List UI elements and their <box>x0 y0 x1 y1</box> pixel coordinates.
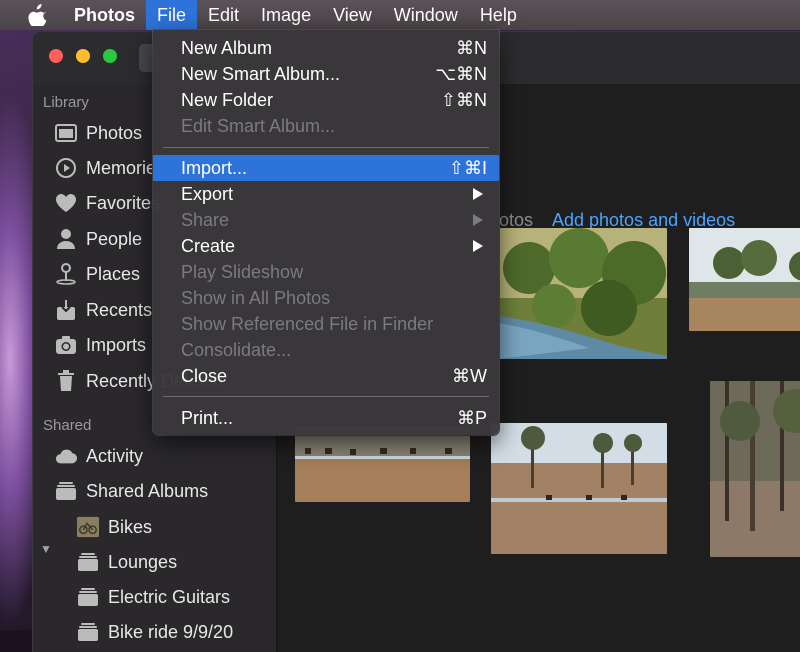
sidebar-item-imports[interactable]: Imports <box>55 330 146 360</box>
sidebar-item-recents[interactable]: Recents <box>55 295 152 325</box>
sidebar-item-shared-albums[interactable]: Shared Albums <box>55 476 208 506</box>
file-menu-dropdown: New Album ⌘N New Smart Album... ⌥⌘N New … <box>153 30 499 435</box>
photo-thumbnail-fence[interactable] <box>689 228 800 331</box>
menu-item-label: Show in All Photos <box>181 288 331 308</box>
shared-section-title: Shared <box>43 417 92 434</box>
menu-item-shortcut: ⇧⌘I <box>448 158 487 178</box>
album-stack-icon <box>55 480 77 502</box>
trash-icon <box>55 370 77 392</box>
menu-item-share: Share <box>153 207 499 233</box>
menu-separator <box>163 147 489 148</box>
menu-photos[interactable]: Photos <box>74 0 146 30</box>
menu-item-label: Edit Smart Album... <box>181 116 336 136</box>
menu-item-play-slideshow: Play Slideshow <box>153 259 499 285</box>
sidebar-item-label: Electric Guitars <box>108 586 231 607</box>
submenu-arrow-icon <box>473 214 483 226</box>
menu-item-print[interactable]: Print... ⌘P <box>153 405 499 431</box>
sidebar-item-label: People <box>86 228 143 249</box>
menu-item-new-folder[interactable]: New Folder ⇧⌘N <box>153 87 499 113</box>
menu-item-label: Share <box>181 210 230 230</box>
sidebar-item-label: Photos <box>86 122 143 143</box>
sidebar-album-lounges[interactable]: Lounges <box>77 547 177 577</box>
sidebar-album-bikes[interactable]: Bikes <box>77 512 152 542</box>
menu-item-label: Export <box>181 184 234 204</box>
menu-separator <box>163 396 489 397</box>
photos-icon <box>55 122 77 144</box>
camera-icon <box>55 334 77 356</box>
sidebar-item-label: Activity <box>86 445 144 466</box>
sidebar-item-label: Imports <box>86 334 147 355</box>
sidebar-item-label: Places <box>86 263 141 284</box>
menu-item-label: Consolidate... <box>181 340 292 360</box>
sidebar-item-places[interactable]: Places <box>55 259 140 289</box>
photo-thumbnail-river[interactable] <box>499 228 667 359</box>
person-icon <box>55 228 77 250</box>
menu-item-label: Close <box>181 366 228 386</box>
menu-file[interactable]: File <box>146 0 198 30</box>
menu-item-show-referenced-file: Show Referenced File in Finder <box>153 311 499 337</box>
menu-item-shortcut: ⌘N <box>456 38 487 58</box>
menu-item-label: Import... <box>181 158 248 178</box>
menu-item-label: New Album <box>181 38 273 58</box>
apple-logo-icon[interactable] <box>28 4 50 26</box>
album-stack-icon <box>77 551 99 573</box>
menu-item-new-album[interactable]: New Album ⌘N <box>153 35 499 61</box>
sidebar-item-label: Lounges <box>108 551 178 572</box>
album-stack-icon <box>77 586 99 608</box>
menu-item-label: Show Referenced File in Finder <box>181 314 434 334</box>
sidebar-item-people[interactable]: People <box>55 224 142 254</box>
photo-thumbnail-forest[interactable] <box>710 381 800 557</box>
menu-item-create[interactable]: Create <box>153 233 499 259</box>
zoom-window-button[interactable] <box>103 49 117 63</box>
sidebar-item-label: Bike ride 9/9/20 <box>108 621 234 642</box>
sidebar-album-bike-ride[interactable]: Bike ride 9/9/20 <box>77 617 233 647</box>
menu-item-export[interactable]: Export <box>153 181 499 207</box>
menu-window[interactable]: Window <box>383 0 469 30</box>
memories-icon <box>55 157 77 179</box>
menu-item-shortcut: ⇧⌘N <box>440 90 487 110</box>
minimize-window-button[interactable] <box>76 49 90 63</box>
menu-item-import[interactable]: Import... ⇧⌘I <box>153 155 499 181</box>
menu-help[interactable]: Help <box>469 0 528 30</box>
menu-edit[interactable]: Edit <box>197 0 250 30</box>
album-stack-icon <box>77 621 99 643</box>
menu-item-label: Print... <box>181 408 234 428</box>
menu-item-close[interactable]: Close ⌘W <box>153 363 499 389</box>
sidebar-item-favorites[interactable]: Favorites <box>55 188 160 218</box>
pin-icon <box>55 263 77 285</box>
sidebar-item-label: Favorites <box>86 192 161 213</box>
menu-item-label: New Smart Album... <box>181 64 341 84</box>
menu-bar: Photos File Edit Image View Window Help <box>0 0 800 30</box>
library-section-title: Library <box>43 94 89 111</box>
submenu-arrow-icon <box>473 188 483 200</box>
menu-item-shortcut: ⌥⌘N <box>435 64 487 84</box>
cloud-icon <box>55 445 77 467</box>
menu-item-edit-smart-album: Edit Smart Album... <box>153 113 499 139</box>
sidebar-item-activity[interactable]: Activity <box>55 441 143 471</box>
menu-item-label: New Folder <box>181 90 274 110</box>
sidebar-item-memories[interactable]: Memories <box>55 153 165 183</box>
menu-item-shortcut: ⌘W <box>452 366 487 386</box>
menu-view[interactable]: View <box>322 0 383 30</box>
menu-item-label: Play Slideshow <box>181 262 304 282</box>
photo-thumbnail-cattle-1[interactable] <box>295 426 470 502</box>
menu-item-shortcut: ⌘P <box>456 408 487 428</box>
photo-thumbnail-field[interactable] <box>491 423 667 554</box>
menu-item-new-smart-album[interactable]: New Smart Album... ⌥⌘N <box>153 61 499 87</box>
menu-item-show-in-all-photos: Show in All Photos <box>153 285 499 311</box>
bikes-album-thumbnail <box>77 516 99 538</box>
submenu-arrow-icon <box>473 240 483 252</box>
menu-image[interactable]: Image <box>250 0 322 30</box>
sidebar-item-label: Bikes <box>108 516 153 537</box>
menu-item-label: Create <box>181 236 236 256</box>
close-window-button[interactable] <box>49 49 63 63</box>
sidebar-album-electric-guitars[interactable]: Electric Guitars <box>77 582 230 612</box>
heart-icon <box>55 192 77 214</box>
sidebar-item-photos[interactable]: Photos <box>55 118 142 148</box>
shared-albums-disclosure-icon[interactable]: ▼ <box>40 542 52 556</box>
sidebar-item-label: Shared Albums <box>86 480 209 501</box>
menu-item-consolidate: Consolidate... <box>153 337 499 363</box>
sidebar-item-label: Recents <box>86 299 153 320</box>
recents-tray-icon <box>55 299 77 321</box>
